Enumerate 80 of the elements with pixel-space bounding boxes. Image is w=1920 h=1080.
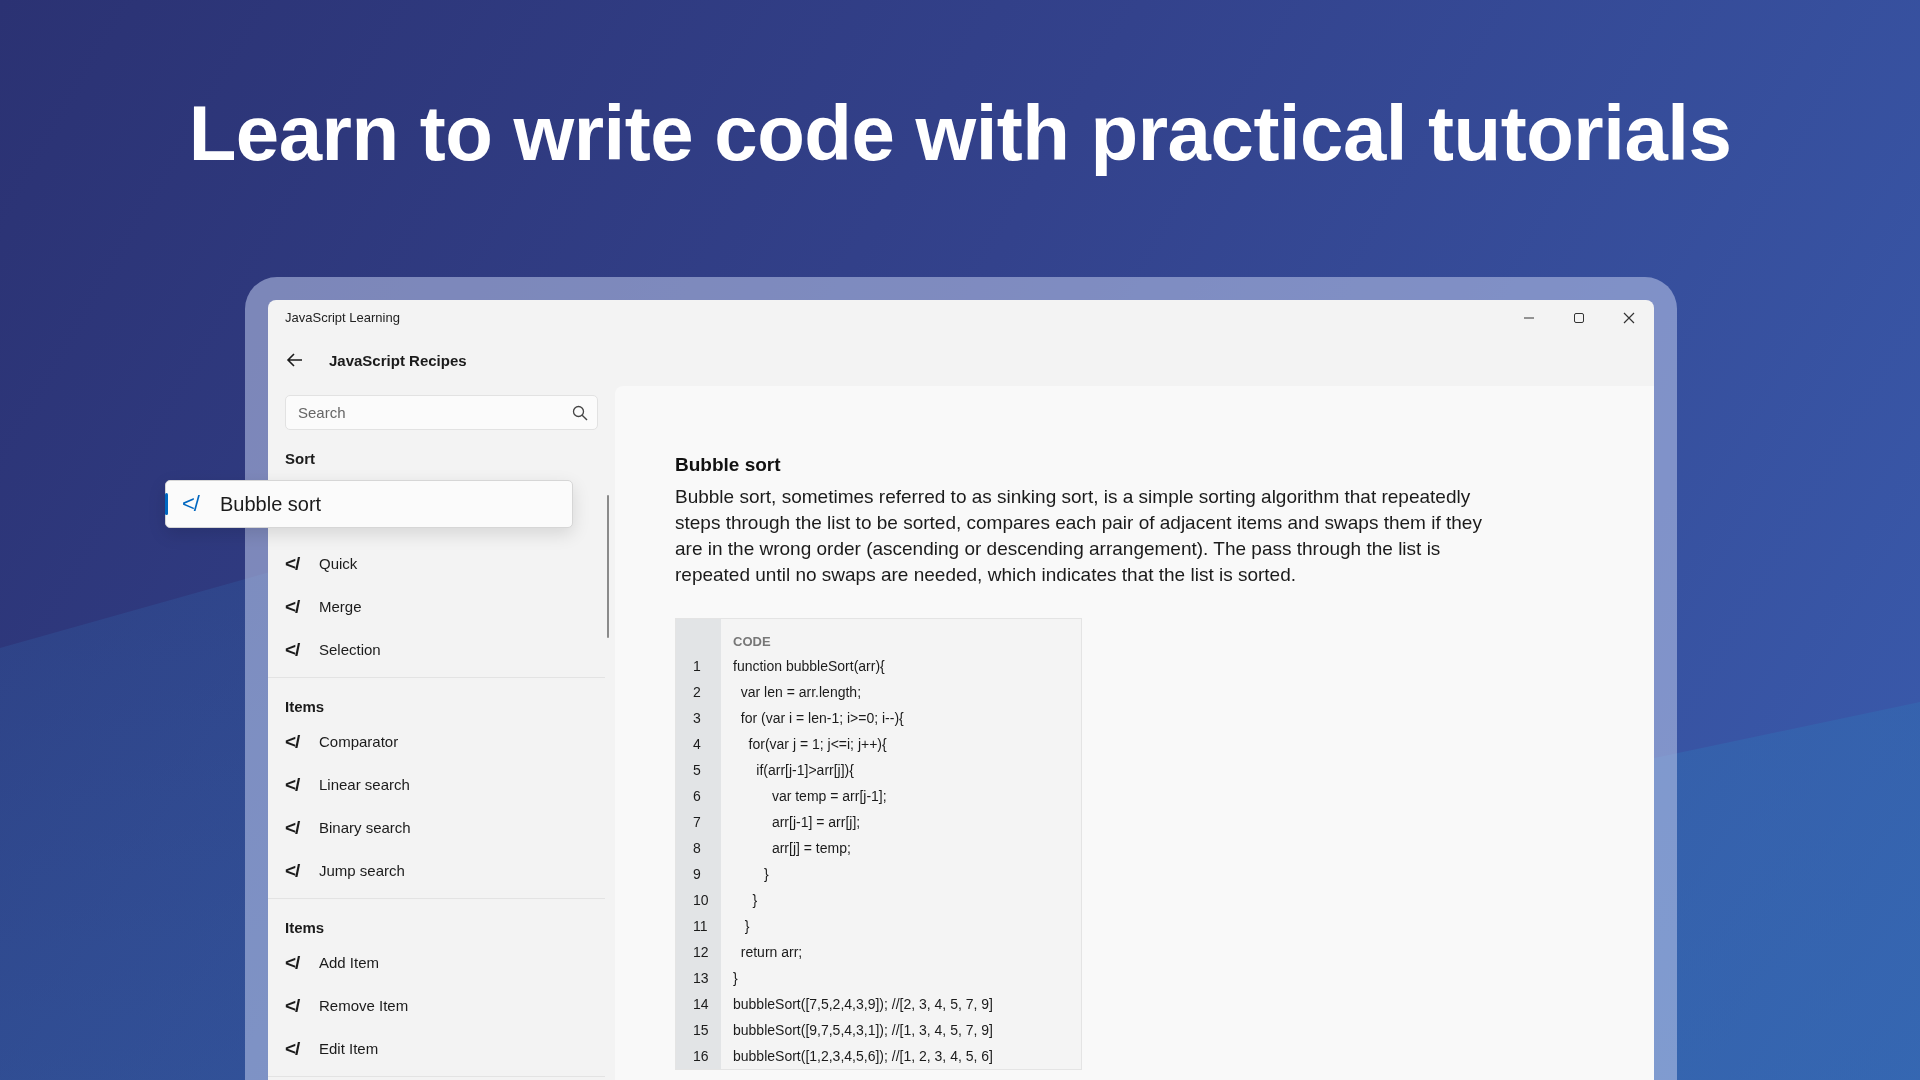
code-line: bubbleSort([1,2,3,4,5,6]); //[1, 2, 3, 4, 5, 6]	[732, 1047, 994, 1066]
code-line: bubbleSort([9,7,5,4,3,1]); //[1, 3, 4, 5, 7, 9]	[732, 1021, 994, 1040]
line-number: 16	[676, 1043, 721, 1069]
code-line: arr[j] = temp;	[770, 839, 852, 858]
nav-item[interactable]: </ Linear search	[268, 763, 605, 806]
code-icon: </	[285, 638, 301, 661]
code-icon: </	[285, 994, 301, 1017]
nav-item[interactable]: </ Merge	[268, 585, 605, 628]
code-line: var temp = arr[j-1];	[770, 787, 888, 806]
line-number: 10	[676, 887, 721, 913]
code-line: }	[763, 865, 770, 884]
code-line: }	[743, 917, 751, 936]
code-line: }	[732, 969, 739, 988]
scrollbar-thumb[interactable]	[607, 495, 609, 638]
nav-item[interactable]: </ Remove Item	[268, 984, 605, 1027]
nav-item[interactable]: </ Add Item	[268, 941, 605, 984]
line-number: 3	[676, 705, 721, 731]
code-icon: </	[285, 951, 301, 974]
line-number: 13	[676, 965, 721, 991]
code-line: if(arr[j-1]>arr[j]){	[755, 761, 855, 780]
line-number: 6	[676, 783, 721, 809]
nav-item[interactable]: </ Jump search	[268, 849, 605, 892]
nav-item-label: Remove Item	[319, 997, 409, 1014]
nav-item[interactable]: </ Comparator	[268, 720, 605, 763]
code-line: function bubbleSort(arr){	[732, 657, 886, 676]
article-paragraph: Bubble sort, sometimes referred to as sinking sort, is a simple sorting algorithm that repeatedly steps through the list to be sorted, compares each pair of adjacent items and swaps them if they are in the wrong order (ascending or descending arrangement). The pass through the list is repeated until no swaps are needed, which indicates that the list is sorted.	[675, 485, 1483, 587]
code-heading: CODE	[732, 633, 772, 651]
nav-item[interactable]: </ Selection	[268, 628, 605, 671]
close-icon[interactable]	[1623, 311, 1635, 324]
code-icon: </	[182, 491, 198, 517]
line-number: 14	[676, 991, 721, 1017]
group-heading: Items	[284, 917, 326, 938]
nav-item-label: Add Item	[319, 954, 380, 971]
nav-item-label: Bubble sort	[220, 492, 322, 516]
group-heading: Sort	[284, 448, 316, 469]
line-number: 12	[676, 939, 721, 965]
code-icon: </	[285, 595, 301, 618]
code-line: for(var j = 1; j<=i; j++){	[747, 735, 888, 754]
line-number: 15	[676, 1017, 721, 1043]
code-line: bubbleSort([7,5,2,4,3,9]); //[2, 3, 4, 5, 7, 9]	[732, 995, 994, 1014]
code-icon: </	[285, 816, 301, 839]
code-line: arr[j-1] = arr[j];	[770, 813, 862, 832]
line-number: 5	[676, 757, 721, 783]
selection-indicator	[165, 493, 168, 515]
maximize-icon[interactable]	[1573, 311, 1585, 324]
code-icon: </	[285, 552, 301, 575]
headline: Learn to write code with practical tutorials	[188, 88, 1732, 179]
nav-item[interactable]: </ Bubble sort	[165, 480, 573, 528]
line-number: 7	[676, 809, 721, 835]
line-number: 2	[676, 679, 721, 705]
page-title: JavaScript Recipes	[329, 351, 467, 369]
nav-item-label: Binary search	[319, 819, 411, 836]
nav-item[interactable]: </ Quick	[268, 542, 605, 585]
line-number: 1	[676, 653, 721, 679]
code-line: for (var i = len-1; i>=0; i--){	[739, 709, 905, 728]
code-icon: </	[285, 773, 301, 796]
search-icon[interactable]	[572, 405, 588, 421]
code-icon: </	[285, 859, 301, 882]
code-line: }	[751, 891, 759, 910]
nav-item-label: Linear search	[319, 776, 410, 793]
code-icon: </	[285, 1037, 301, 1060]
nav-item[interactable]: </ Edit Item	[268, 1027, 605, 1070]
article-title: Bubble sort	[675, 454, 782, 476]
nav-item-label: Jump search	[319, 862, 405, 879]
group-heading: Items	[284, 696, 326, 717]
code-line: return arr;	[739, 943, 804, 962]
window-title: JavaScript Learning	[285, 310, 401, 325]
nav-item-label: Selection	[319, 641, 381, 658]
line-number: 11	[676, 913, 721, 939]
nav-item-label: Edit Item	[319, 1040, 379, 1057]
line-number: 8	[676, 835, 721, 861]
search-field[interactable]: Search	[285, 395, 598, 430]
line-number: 9	[676, 861, 721, 887]
nav-item[interactable]: </ Binary search	[268, 806, 605, 849]
nav-item-label: Comparator	[319, 733, 399, 750]
nav-item-label: Merge	[319, 598, 362, 615]
code-line: var len = arr.length;	[739, 683, 863, 702]
line-number: 4	[676, 731, 721, 757]
code-icon: </	[285, 730, 301, 753]
nav-item-label: Quick	[319, 555, 358, 572]
